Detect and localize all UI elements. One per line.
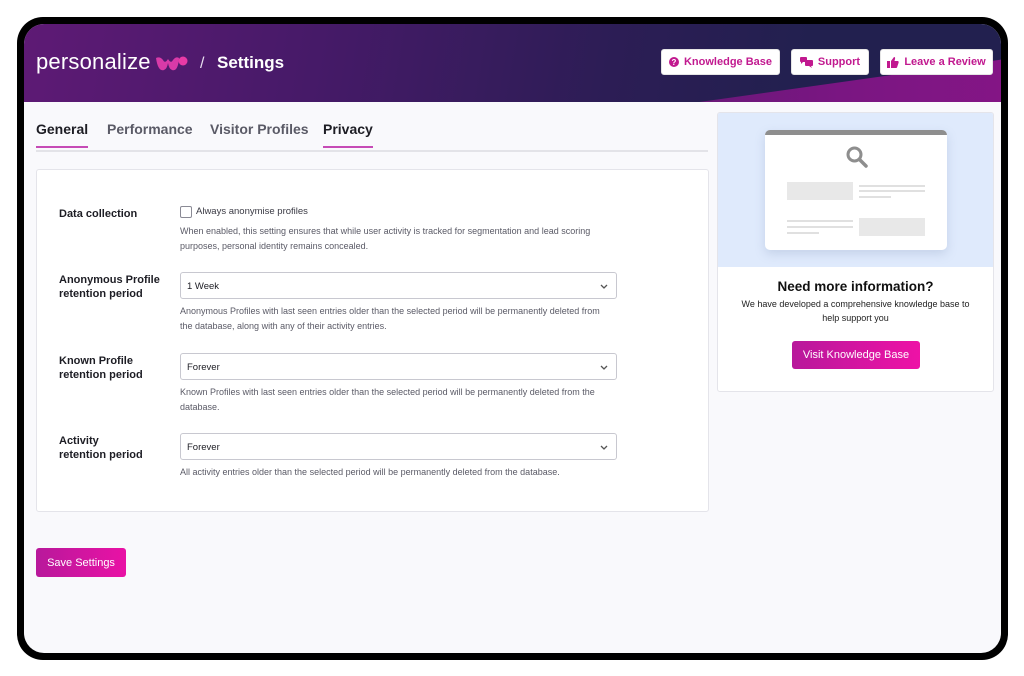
privacy-settings-card: Data collection Always anonymise profile…: [36, 169, 709, 512]
window-title-bar: [765, 130, 947, 135]
panel-description: We have developed a comprehensive knowle…: [732, 298, 979, 325]
label-line: Known Profile: [59, 355, 133, 367]
support-button[interactable]: Support: [791, 49, 869, 75]
tab-general[interactable]: General: [36, 121, 89, 148]
chevron-down-icon: [599, 440, 609, 458]
tab-performance[interactable]: Performance: [107, 121, 193, 146]
app-screen: personalize / Settings ? Knowledge Base: [24, 24, 1001, 653]
chevron-down-icon: [599, 279, 609, 297]
anonymous-retention-label: Anonymous Profile retention period: [59, 273, 160, 301]
label-line: retention period: [59, 288, 143, 300]
anonymise-profiles-checkbox[interactable]: [180, 206, 192, 218]
browser-window-illustration: [765, 130, 947, 250]
help-line: purposes, personal identity remains conc…: [180, 240, 369, 251]
label-line: retention period: [59, 369, 143, 381]
placeholder-line: [859, 196, 891, 198]
select-value: Forever: [187, 442, 220, 453]
logo-mark-icon: [154, 53, 188, 71]
select-value: 1 Week: [187, 281, 220, 292]
tab-privacy[interactable]: Privacy: [323, 121, 373, 148]
help-line: All activity entries older than the sele…: [180, 467, 560, 477]
settings-tabs: General Performance Visitor Profiles Pri…: [36, 117, 708, 152]
question-circle-icon: ?: [668, 57, 679, 67]
save-settings-button[interactable]: Save Settings: [36, 548, 126, 577]
logo: personalize: [36, 49, 188, 75]
select-value: Forever: [187, 362, 220, 373]
support-label: Support: [817, 56, 861, 68]
help-line: Anonymous Profiles with last seen entrie…: [180, 306, 600, 316]
chat-bubbles-icon: [799, 56, 813, 68]
placeholder-line: [859, 185, 925, 187]
logo-text: personalize: [36, 49, 151, 74]
device-frame: personalize / Settings ? Knowledge Base: [17, 17, 1008, 660]
svg-text:?: ?: [672, 58, 677, 67]
placeholder-block: [859, 218, 925, 236]
known-retention-help: Known Profiles with last seen entries ol…: [180, 385, 655, 414]
knowledge-base-label: Knowledge Base: [683, 56, 773, 68]
visit-knowledge-base-button[interactable]: Visit Knowledge Base: [792, 341, 920, 369]
help-line: Known Profiles with last seen entries ol…: [180, 387, 595, 397]
label-line: Activity: [59, 435, 99, 447]
placeholder-line: [787, 232, 819, 234]
breadcrumb-separator: /: [200, 55, 205, 72]
help-line: database.: [180, 401, 220, 412]
anonymise-profiles-label[interactable]: Always anonymise profiles: [196, 206, 308, 217]
page-title: Settings: [217, 53, 285, 72]
data-collection-help: When enabled, this setting ensures that …: [180, 224, 655, 253]
header: personalize / Settings ? Knowledge Base: [24, 24, 1001, 102]
panel-title: Need more information?: [777, 279, 934, 294]
description-line: help support you: [822, 312, 889, 323]
description-line: We have developed a comprehensive knowle…: [741, 299, 970, 309]
label-line: retention period: [59, 449, 143, 461]
leave-review-label: Leave a Review: [904, 56, 986, 68]
label-line: Anonymous Profile: [59, 274, 160, 286]
placeholder-line: [787, 226, 853, 228]
magnifier-icon: [845, 145, 869, 174]
data-collection-label: Data collection: [59, 208, 138, 220]
knowledge-base-button[interactable]: ? Knowledge Base: [661, 49, 780, 75]
thumbs-up-icon: [887, 56, 899, 68]
help-line: the database, along with any of their ac…: [180, 320, 387, 331]
known-retention-label: Known Profile retention period: [59, 354, 143, 382]
tab-visitor-profiles[interactable]: Visitor Profiles: [210, 121, 309, 146]
help-line: When enabled, this setting ensures that …: [180, 226, 591, 236]
anonymous-retention-help: Anonymous Profiles with last seen entrie…: [180, 304, 655, 333]
known-retention-select[interactable]: Forever: [180, 353, 617, 380]
placeholder-block: [787, 182, 853, 200]
leave-review-button[interactable]: Leave a Review: [880, 49, 993, 75]
placeholder-line: [859, 190, 925, 192]
placeholder-line: [787, 220, 853, 222]
activity-retention-label: Activity retention period: [59, 434, 143, 462]
anonymous-retention-select[interactable]: 1 Week: [180, 272, 617, 299]
knowledge-base-panel: Need more information? We have developed…: [717, 112, 994, 392]
activity-retention-select[interactable]: Forever: [180, 433, 617, 460]
knowledge-base-illustration: [718, 113, 993, 267]
activity-retention-help: All activity entries older than the sele…: [180, 465, 655, 480]
chevron-down-icon: [599, 360, 609, 378]
